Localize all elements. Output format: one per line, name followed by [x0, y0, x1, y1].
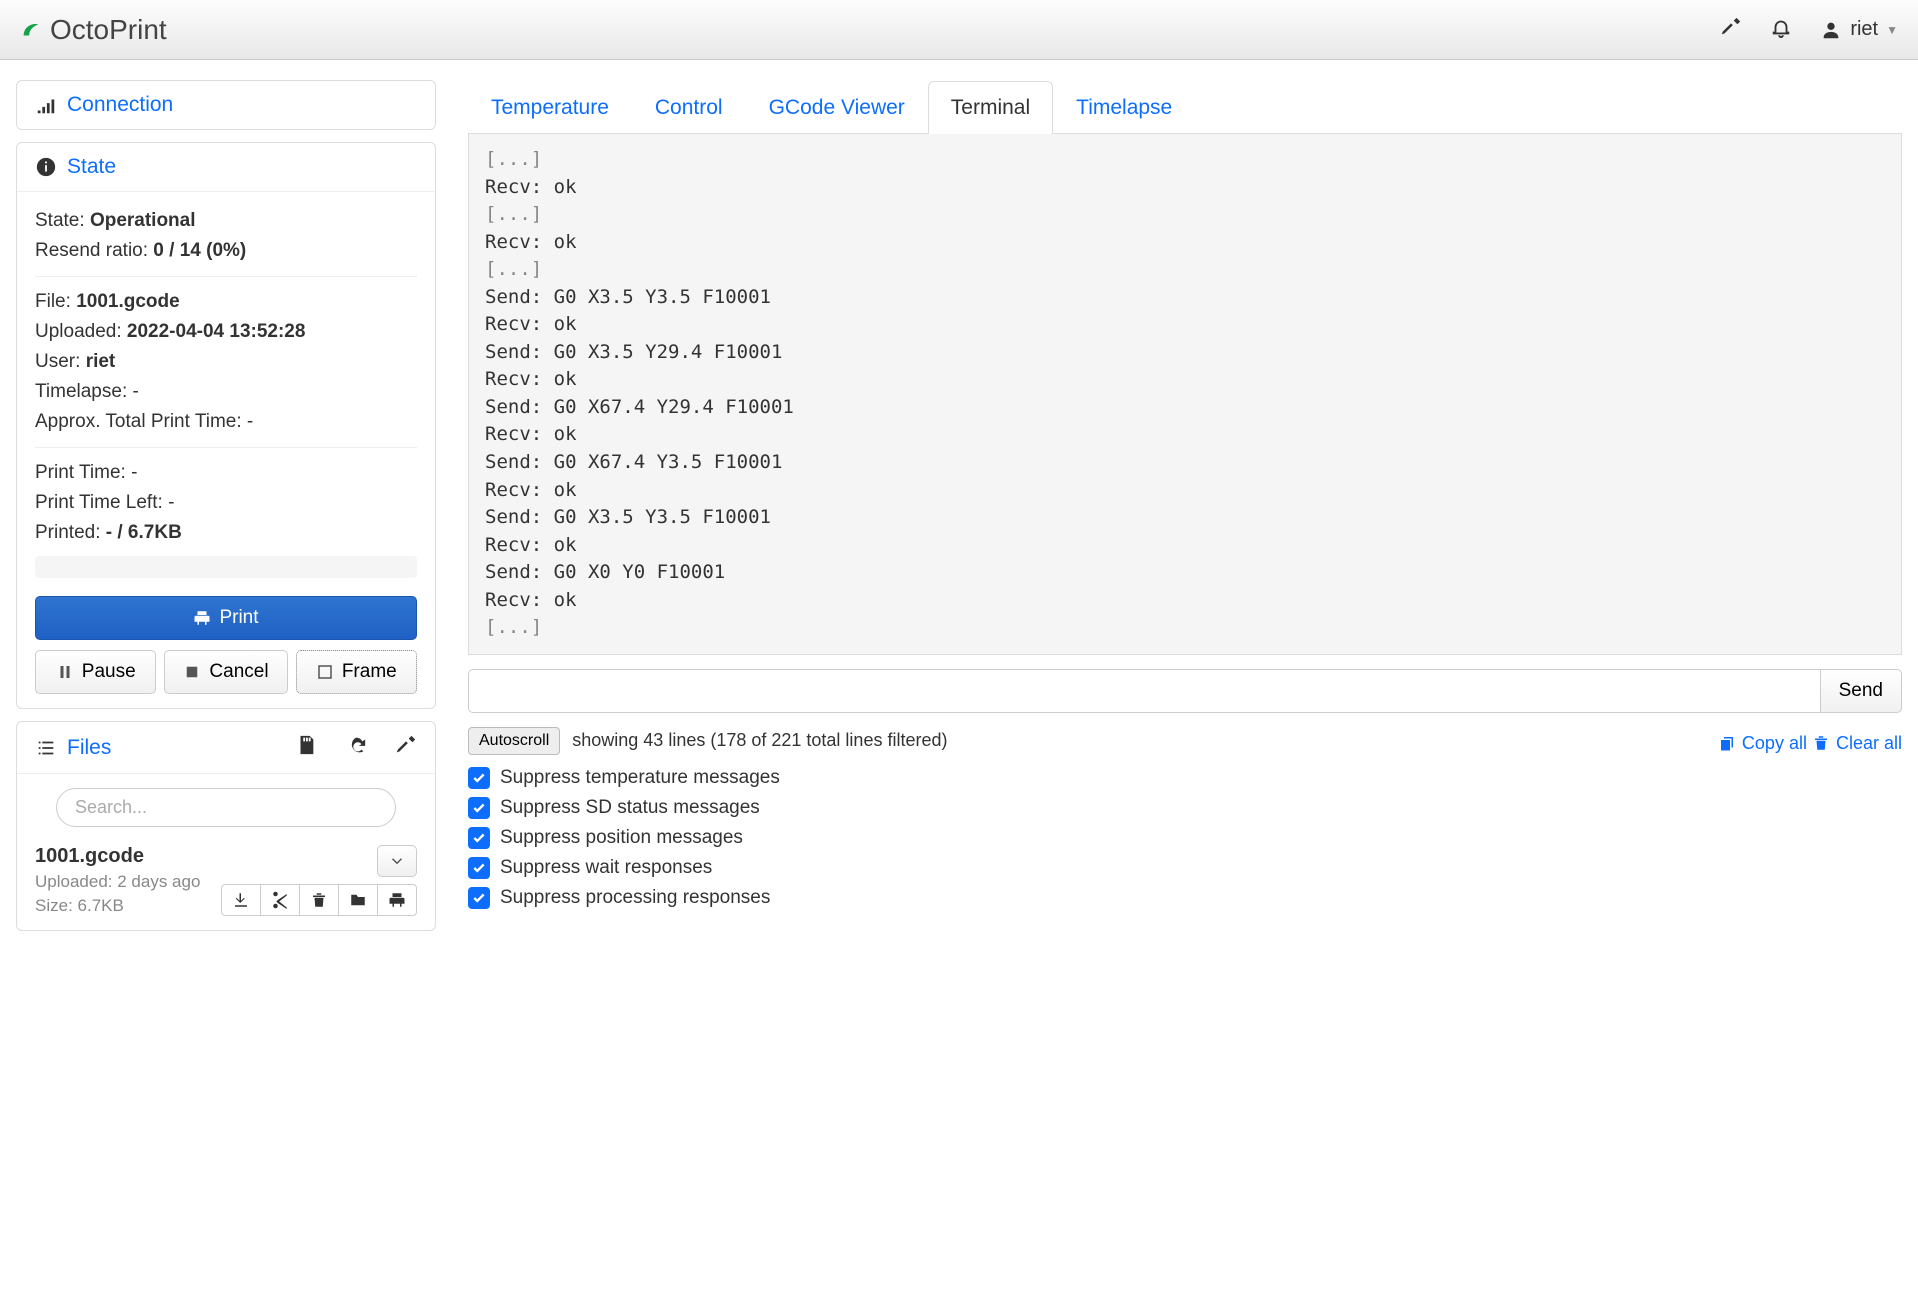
- terminal-line: Recv: ok: [485, 532, 1885, 560]
- copy-icon: [1718, 734, 1736, 752]
- terminal-line: Recv: ok: [485, 587, 1885, 615]
- tab-terminal[interactable]: Terminal: [928, 81, 1053, 134]
- terminal-command-input[interactable]: [468, 669, 1821, 713]
- terminal-line: Send: G0 X3.5 Y3.5 F10001: [485, 284, 1885, 312]
- send-button[interactable]: Send: [1821, 669, 1902, 713]
- frame-icon: [316, 663, 334, 681]
- user-menu[interactable]: riet ▼: [1820, 18, 1898, 41]
- filter-checkbox-row[interactable]: Suppress position messages: [468, 827, 1902, 849]
- tab-temperature[interactable]: Temperature: [468, 81, 632, 134]
- checkbox-checked-icon[interactable]: [468, 827, 490, 849]
- file-print-button[interactable]: [378, 884, 417, 916]
- file-entry[interactable]: 1001.gcode Uploaded: 2 days ago Size: 6.…: [35, 845, 417, 916]
- cancel-button[interactable]: Cancel: [164, 650, 287, 694]
- filter-label: Suppress position messages: [500, 827, 743, 849]
- filter-label: Suppress processing responses: [500, 887, 770, 909]
- state-header[interactable]: State: [17, 143, 435, 192]
- files-panel: Files 1001.gcode Uploaded: 2 days: [16, 721, 436, 931]
- state-panel: State State: Operational Resend ratio: 0…: [16, 142, 436, 709]
- pause-button[interactable]: Pause: [35, 650, 156, 694]
- terminal-line: Recv: ok: [485, 366, 1885, 394]
- file-download-button[interactable]: [221, 884, 261, 916]
- filter-label: Suppress wait responses: [500, 857, 712, 879]
- files-header[interactable]: Files: [35, 736, 111, 760]
- trash-icon: [310, 891, 328, 909]
- connection-header[interactable]: Connection: [17, 81, 435, 129]
- tab-gcode-viewer[interactable]: GCode Viewer: [746, 81, 928, 134]
- user-icon: [1820, 19, 1842, 41]
- chevron-down-icon: [388, 852, 406, 870]
- terminal-line: Send: G0 X3.5 Y3.5 F10001: [485, 504, 1885, 532]
- files-search-input[interactable]: [56, 788, 396, 827]
- copy-all-link[interactable]: Copy all: [1718, 733, 1807, 754]
- pause-icon: [56, 663, 74, 681]
- terminal-line: Recv: ok: [485, 311, 1885, 339]
- frame-button[interactable]: Frame: [296, 650, 417, 694]
- info-icon: [35, 156, 57, 178]
- file-expand-button[interactable]: [377, 845, 417, 877]
- checkbox-checked-icon[interactable]: [468, 857, 490, 879]
- sd-icon[interactable]: [295, 734, 317, 761]
- terminal-line: Send: G0 X3.5 Y29.4 F10001: [485, 339, 1885, 367]
- refresh-icon[interactable]: [345, 734, 367, 761]
- notifications-icon[interactable]: [1770, 16, 1792, 43]
- brand-name: OctoPrint: [50, 14, 167, 46]
- filter-checkbox-row[interactable]: Suppress SD status messages: [468, 797, 1902, 819]
- print-icon: [193, 609, 211, 627]
- nav-right: riet ▼: [1720, 16, 1898, 43]
- octoprint-logo-icon: [20, 19, 42, 41]
- terminal-line: [...]: [485, 201, 1885, 229]
- caret-down-icon: ▼: [1886, 23, 1898, 37]
- terminal-line: Recv: ok: [485, 421, 1885, 449]
- stop-icon: [183, 663, 201, 681]
- list-icon: [35, 737, 57, 759]
- wrench-icon[interactable]: [395, 734, 417, 761]
- print-button[interactable]: Print: [35, 596, 417, 640]
- file-delete-button[interactable]: [300, 884, 339, 916]
- navbar: OctoPrint riet ▼: [0, 0, 1918, 60]
- terminal-line: Recv: ok: [485, 229, 1885, 257]
- signal-icon: [35, 94, 57, 116]
- filter-label: Suppress temperature messages: [500, 767, 780, 789]
- autoscroll-button[interactable]: Autoscroll: [468, 727, 560, 755]
- terminal-line: Send: G0 X0 Y0 F10001: [485, 559, 1885, 587]
- terminal-line: Send: G0 X67.4 Y29.4 F10001: [485, 394, 1885, 422]
- terminal-line: [...]: [485, 256, 1885, 284]
- checkbox-checked-icon[interactable]: [468, 887, 490, 909]
- terminal-output: [...]Recv: ok[...]Recv: ok[...]Send: G0 …: [468, 134, 1902, 655]
- connection-panel: Connection: [16, 80, 436, 130]
- brand[interactable]: OctoPrint: [20, 14, 167, 46]
- terminal-filter-list: Suppress temperature messages Suppress SD…: [468, 767, 1902, 909]
- file-name: 1001.gcode: [35, 845, 417, 868]
- filter-checkbox-row[interactable]: Suppress processing responses: [468, 887, 1902, 909]
- filter-label: Suppress SD status messages: [500, 797, 760, 819]
- checkbox-checked-icon[interactable]: [468, 797, 490, 819]
- scissors-icon: [271, 891, 289, 909]
- terminal-line: Recv: ok: [485, 174, 1885, 202]
- checkbox-checked-icon[interactable]: [468, 767, 490, 789]
- terminal-showing-status: showing 43 lines (178 of 221 total lines…: [572, 730, 947, 751]
- file-slice-button[interactable]: [261, 884, 300, 916]
- tabs: Temperature Control GCode Viewer Termina…: [468, 80, 1902, 134]
- tab-control[interactable]: Control: [632, 81, 746, 134]
- terminal-line: Recv: ok: [485, 477, 1885, 505]
- folder-icon: [349, 891, 367, 909]
- clear-all-link[interactable]: Clear all: [1812, 733, 1902, 754]
- file-load-button[interactable]: [339, 884, 378, 916]
- username: riet: [1850, 18, 1878, 41]
- terminal-line: Send: G0 X67.4 Y3.5 F10001: [485, 449, 1885, 477]
- settings-icon[interactable]: [1720, 16, 1742, 43]
- terminal-line: [...]: [485, 146, 1885, 174]
- tab-timelapse[interactable]: Timelapse: [1053, 81, 1195, 134]
- trash-icon: [1812, 734, 1830, 752]
- printer-icon: [388, 891, 406, 909]
- filter-checkbox-row[interactable]: Suppress temperature messages: [468, 767, 1902, 789]
- terminal-line: [...]: [485, 614, 1885, 642]
- download-icon: [232, 891, 250, 909]
- filter-checkbox-row[interactable]: Suppress wait responses: [468, 857, 1902, 879]
- progress-bar: [35, 556, 417, 578]
